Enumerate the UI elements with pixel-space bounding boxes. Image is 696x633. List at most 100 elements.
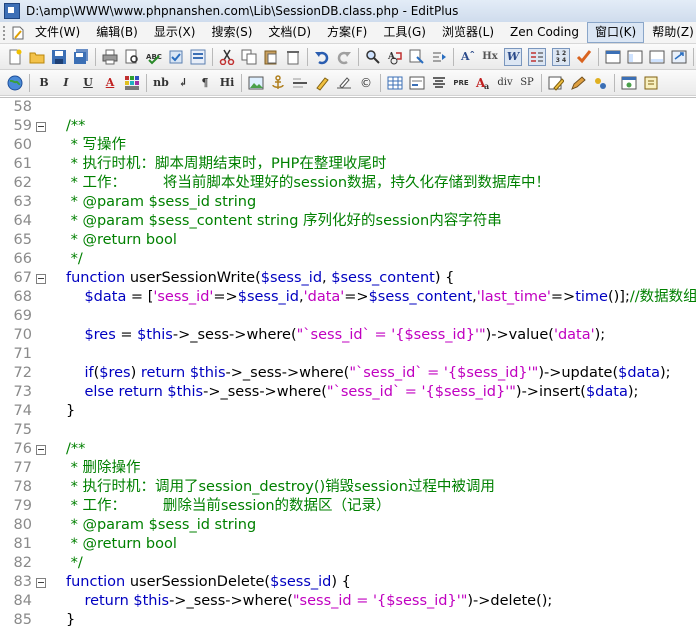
code-line[interactable]: 73 else return $this->_sess->where("`ses… — [0, 383, 696, 402]
code-line[interactable]: 82 */ — [0, 554, 696, 573]
code-line[interactable]: 84 return $this->_sess->where("sess_id =… — [0, 592, 696, 611]
code-line[interactable]: 63 * @param $sess_id string — [0, 193, 696, 212]
view-cliptext-window-icon[interactable] — [605, 49, 621, 65]
code-line[interactable]: 76 /** — [0, 440, 696, 459]
code-line[interactable]: 83 function userSessionDelete($sess_id) { — [0, 573, 696, 592]
underline-button[interactable]: U — [80, 75, 96, 91]
color-palette-icon[interactable] — [124, 75, 140, 91]
code-line[interactable]: 61 * 执行时机：脚本周期结束时，PHP在整理收尾时 — [0, 155, 696, 174]
code-line[interactable]: 77 * 删除操作 — [0, 459, 696, 478]
font-size-icon[interactable]: Aˆ — [460, 49, 476, 65]
menu-document[interactable]: 文档(D) — [260, 23, 319, 42]
code-line[interactable]: 58 — [0, 98, 696, 117]
view-output-window-icon[interactable] — [649, 49, 665, 65]
font-tag-icon[interactable]: Aa — [475, 75, 491, 91]
menu-browser[interactable]: 浏览器(L) — [434, 23, 502, 42]
cut-icon[interactable] — [219, 49, 235, 65]
fold-toggle-icon[interactable] — [36, 578, 46, 588]
horizontal-rule-icon[interactable] — [292, 75, 308, 91]
code-line[interactable]: 85} — [0, 611, 696, 630]
comment-icon[interactable] — [336, 75, 352, 91]
column-ruler-icon[interactable]: 1 23 4 — [552, 47, 570, 66]
code-editor[interactable]: 58 59/** 60 * 写操作 61 * 执行时机：脚本周期结束时，PHP在整理收… — [0, 97, 696, 633]
menu-tools[interactable]: 工具(G) — [375, 23, 434, 42]
clip-text-icon[interactable] — [168, 49, 184, 65]
div-button[interactable]: div — [497, 75, 513, 91]
center-align-icon[interactable] — [431, 75, 447, 91]
check-mark-icon[interactable] — [576, 49, 592, 65]
undo-icon[interactable] — [314, 49, 330, 65]
code-line[interactable]: 72 if($res) return $this->_sess->where("… — [0, 364, 696, 383]
fullscreen-icon[interactable] — [671, 49, 687, 65]
menu-help[interactable]: 帮助(Z) — [644, 23, 696, 42]
code-line[interactable]: 67 function userSessionWrite($sess_id, $s… — [0, 269, 696, 288]
edit-tag-icon[interactable] — [548, 75, 564, 91]
save-icon[interactable] — [51, 49, 67, 65]
directory-icon[interactable] — [190, 49, 206, 65]
new-file-icon[interactable] — [7, 49, 23, 65]
find-in-files-icon[interactable] — [409, 49, 425, 65]
code-line[interactable]: 62 * 工作： 将当前脚本处理好的session数据，持久化存储到数据库中！ — [0, 174, 696, 193]
copy-icon[interactable] — [241, 49, 257, 65]
nbsp-button[interactable]: nb — [153, 75, 169, 91]
code-line[interactable]: 81 * @return bool — [0, 535, 696, 554]
code-line[interactable]: 79 * 工作： 删除当前session的数据区（记录） — [0, 497, 696, 516]
code-line[interactable]: 75 — [0, 421, 696, 440]
word-wrap-icon[interactable]: W — [504, 47, 522, 66]
line-break-button[interactable]: ↲ — [175, 75, 191, 91]
hex-viewer-icon[interactable]: Hx — [482, 49, 498, 65]
code-line[interactable]: 70 $res = $this->_sess->where("`sess_id`… — [0, 326, 696, 345]
open-folder-icon[interactable] — [29, 49, 45, 65]
code-line[interactable]: 74} — [0, 402, 696, 421]
view-directory-window-icon[interactable] — [627, 49, 643, 65]
table-icon[interactable] — [387, 75, 403, 91]
copyright-icon[interactable]: © — [358, 75, 374, 91]
pencil-icon[interactable] — [570, 75, 586, 91]
menu-project[interactable]: 方案(F) — [319, 23, 375, 42]
line-number-toggle-icon[interactable] — [528, 47, 546, 66]
span-button[interactable]: SP — [519, 75, 535, 91]
fold-toggle-icon[interactable] — [36, 445, 46, 455]
code-line[interactable]: 64 * @param $sess_content string 序列化好的se… — [0, 212, 696, 231]
code-line[interactable]: 66 */ — [0, 250, 696, 269]
paragraph-button[interactable]: ¶ — [197, 75, 213, 91]
marker-icon[interactable] — [314, 75, 330, 91]
toolbar-overflow-icon[interactable] — [643, 75, 659, 91]
fold-toggle-icon[interactable] — [36, 274, 46, 284]
code-line[interactable]: 59 /** — [0, 117, 696, 136]
pre-button[interactable]: PRE — [453, 75, 469, 91]
print-preview-icon[interactable] — [124, 49, 140, 65]
form-icon[interactable] — [409, 75, 425, 91]
code-line[interactable]: 69 — [0, 307, 696, 326]
redo-icon[interactable] — [336, 49, 352, 65]
menu-zen-coding[interactable]: Zen Coding — [502, 23, 587, 42]
code-line[interactable]: 68 $data = ['sess_id'=>$sess_id,'data'=>… — [0, 288, 696, 307]
spell-check-icon[interactable]: ABC — [146, 49, 162, 65]
delete-icon[interactable] — [285, 49, 301, 65]
menu-grip-handle[interactable] — [3, 25, 5, 40]
menu-edit[interactable]: 编辑(B) — [88, 23, 146, 42]
menu-view[interactable]: 显示(X) — [146, 23, 204, 42]
new-document-icon[interactable] — [11, 26, 25, 40]
print-icon[interactable] — [102, 49, 118, 65]
code-line[interactable]: 80 * @param $sess_id string — [0, 516, 696, 535]
italic-button[interactable]: I — [58, 75, 74, 91]
find-icon[interactable] — [365, 49, 381, 65]
menu-search[interactable]: 搜索(S) — [203, 23, 260, 42]
user-tools-icon[interactable] — [592, 75, 608, 91]
fold-toggle-icon[interactable] — [36, 122, 46, 132]
browser-preview-icon[interactable] — [621, 75, 637, 91]
image-icon[interactable] — [248, 75, 264, 91]
paste-icon[interactable] — [263, 49, 279, 65]
code-line[interactable]: 65 * @return bool — [0, 231, 696, 250]
menu-file[interactable]: 文件(W) — [27, 23, 88, 42]
save-all-icon[interactable] — [73, 48, 89, 65]
code-line[interactable]: 78 * 执行时机：调用了session_destroy()销毁session过… — [0, 478, 696, 497]
menu-window[interactable]: 窗口(K) — [586, 22, 645, 43]
browser-globe-icon[interactable] — [7, 75, 23, 91]
code-line[interactable]: 60 * 写操作 — [0, 136, 696, 155]
replace-icon[interactable]: A — [387, 49, 403, 65]
bold-button[interactable]: B — [36, 75, 52, 91]
heading-button[interactable]: Hi — [219, 75, 235, 91]
anchor-icon[interactable] — [270, 74, 286, 91]
